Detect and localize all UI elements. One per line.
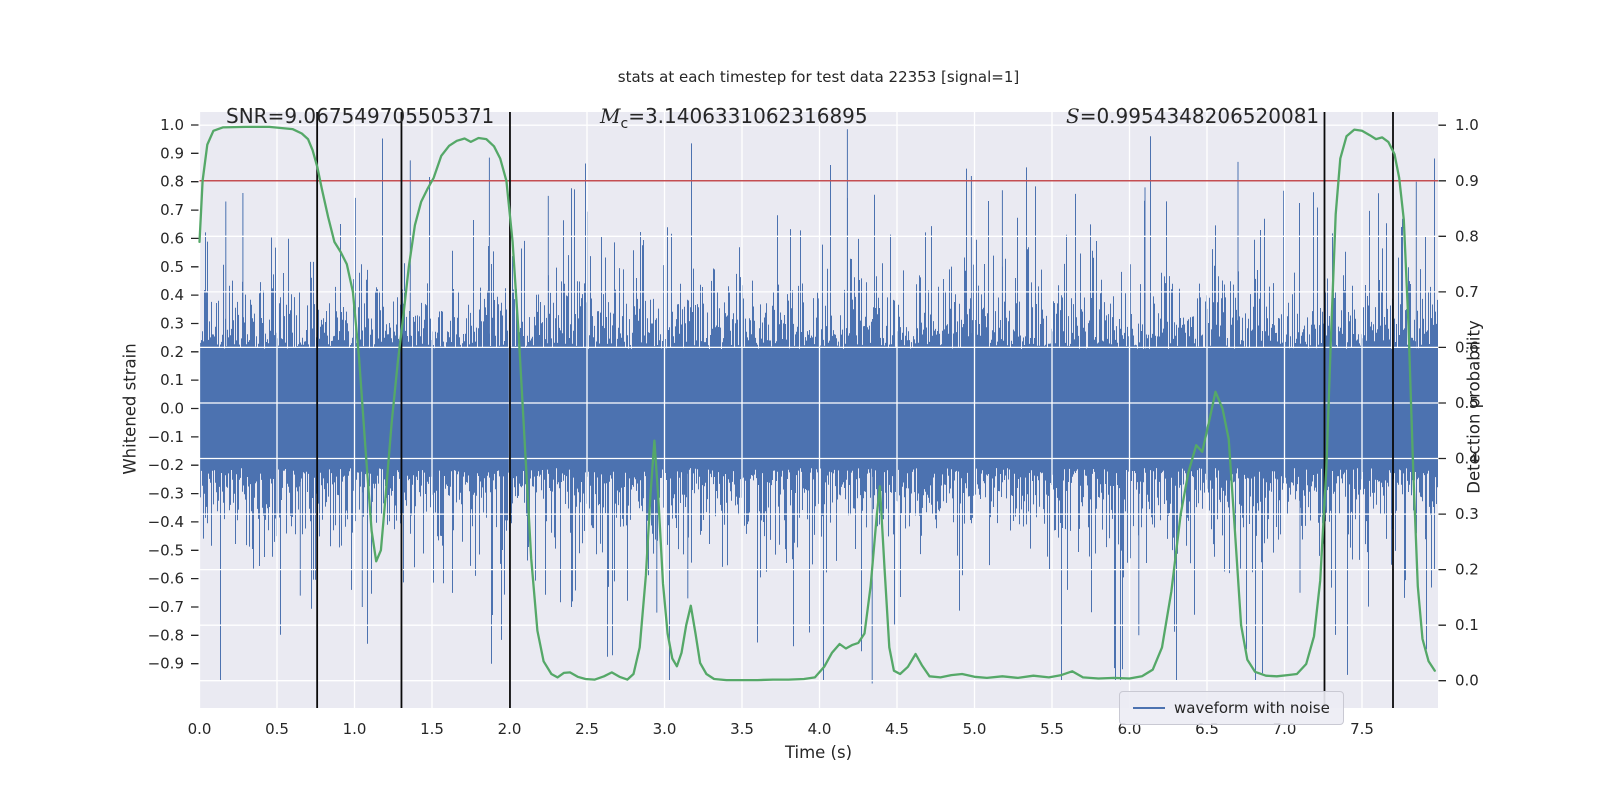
y-tick-label-left: −0.8 [148,626,184,644]
y-tick-label-left: 0.7 [160,201,184,219]
annotation-s-symbol: S [1066,104,1080,128]
annotation-snr: SNR=9.067549705505371 [226,104,494,128]
y-tick-label-left: 0.9 [160,144,184,162]
y-tick-label-left: 0.4 [160,286,184,304]
y-tick-label-right: 0.0 [1455,672,1479,690]
x-tick-label: 0.0 [188,720,212,738]
y-tick-label-left: −0.5 [148,541,184,559]
y-tick-label-left: 0.5 [160,258,184,276]
y-tick-label-left: 1.0 [160,116,184,134]
y-tick-label-left: −0.4 [148,513,184,531]
y-tick-label-left: −0.6 [148,570,184,588]
annotation-snr-value: =9.067549705505371 [267,104,495,128]
annotation-s-value: =0.9954348206520081 [1079,104,1320,128]
x-tick-label: 0.5 [265,720,289,738]
y-axis-label-left: Whitened strain [120,343,140,475]
y-axis-label-right: Detection probability [1464,320,1484,494]
legend: waveform with noise [1119,691,1344,725]
y-tick-label-left: −0.1 [148,428,184,446]
y-tick-label-left: 0.6 [160,229,184,247]
y-tick-label-left: −0.3 [148,485,184,503]
x-tick-label: 3.0 [653,720,677,738]
figure: 1.0 0.9 0.8 0.7 0.6 0.5 0.4 0.3 0.2 0.1 0.0 −0.1 −0.… [0,0,1600,800]
y-tick-label-right: 1.0 [1455,116,1479,134]
annotation-mc-symbol: M [600,104,621,128]
x-tick-label: 5.5 [1040,720,1064,738]
y-tick-label-left: 0.8 [160,173,184,191]
x-tick-label: 2.5 [575,720,599,738]
y-tick-label-right: 0.1 [1455,616,1479,634]
annotation-chirp-mass: Mc=3.1406331062316895 [600,104,868,132]
y-tick-label-right: 0.2 [1455,561,1479,579]
x-tick-label: 3.5 [730,720,754,738]
y-tick-label-left: 0.0 [160,400,184,418]
y-tick-label-left: 0.3 [160,314,184,332]
y-tick-label-left: −0.9 [148,655,184,673]
y-tick-label-right: 0.3 [1455,505,1479,523]
y-tick-label-left: −0.7 [148,598,184,616]
y-tick-label-left: −0.2 [148,456,184,474]
x-tick-label: 4.0 [808,720,832,738]
x-tick-label: 4.5 [885,720,909,738]
annotation-mc-value: =3.1406331062316895 [628,104,868,128]
y-tick-label-left: 0.2 [160,343,184,361]
annotation-s: S=0.9954348206520081 [1066,104,1319,128]
chart-title: stats at each timestep for test data 223… [617,68,1020,86]
x-tick-label: 1.0 [343,720,367,738]
x-axis-label: Time (s) [784,743,853,762]
x-tick-label: 5.0 [963,720,987,738]
y-tick-label-right: 0.8 [1455,227,1479,245]
legend-line-swatch [1133,707,1165,709]
y-tick-label-left: 0.1 [160,371,184,389]
x-tick-label: 2.0 [498,720,522,738]
y-tick-label-right: 0.7 [1455,283,1479,301]
y-tick-label-right: 0.9 [1455,172,1479,190]
x-tick-label: 1.5 [420,720,444,738]
annotation-snr-name: SNR [226,104,268,128]
x-tick-label: 7.5 [1350,720,1374,738]
legend-label: waveform with noise [1174,699,1330,717]
